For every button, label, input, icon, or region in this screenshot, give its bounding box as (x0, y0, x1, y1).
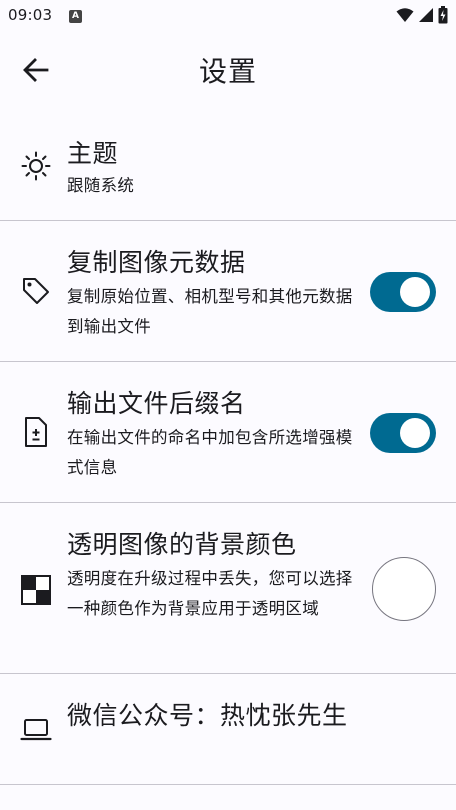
battery-icon (438, 6, 448, 24)
setting-desc-transparent-bg: 透明度在升级过程中丢失，您可以选择一种颜色作为背景应用于透明区域 (67, 569, 353, 618)
setting-transparent-bg-color[interactable]: 透明图像的背景颜色 透明度在升级过程中丢失，您可以选择一种颜色作为背景应用于透明… (0, 503, 456, 673)
setting-title-wechat: 微信公众号：热忱张先生 (67, 701, 348, 730)
notification-app-icon: A (69, 10, 82, 23)
setting-desc-copy-metadata: 复制原始位置、相机型号和其他元数据到输出文件 (67, 287, 353, 336)
setting-title-output-suffix: 输出文件后缀名 (67, 389, 246, 418)
setting-title-copy-metadata: 复制图像元数据 (67, 248, 246, 277)
app-bar: 设置 (0, 32, 456, 108)
setting-title-transparent-bg: 透明图像的背景颜色 (67, 530, 297, 559)
divider (0, 784, 456, 785)
status-time: 09:03 (8, 6, 53, 24)
setting-wechat-account[interactable]: 微信公众号：热忱张先生 (0, 674, 456, 784)
status-bar: 09:03 A (0, 0, 456, 32)
setting-title-theme: 主题 (67, 139, 119, 168)
laptop-icon (18, 712, 54, 748)
status-icons (396, 6, 448, 24)
setting-desc-output-suffix: 在输出文件的命名中加包含所选增强模式信息 (67, 428, 353, 477)
wifi-icon (396, 8, 414, 22)
bg-color-picker[interactable] (372, 557, 436, 621)
file-plus-minus-icon (18, 414, 54, 450)
toggle-thumb (400, 418, 430, 448)
signal-icon (419, 8, 433, 22)
setting-desc-theme: 跟随系统 (67, 176, 135, 195)
sun-icon (18, 148, 54, 184)
setting-output-suffix[interactable]: 输出文件后缀名 在输出文件的命名中加包含所选增强模式信息 (0, 362, 456, 502)
setting-theme[interactable]: 主题 跟随系统 (0, 110, 456, 220)
output-suffix-toggle[interactable] (370, 413, 436, 453)
checkerboard-icon (18, 572, 54, 608)
toggle-thumb (400, 277, 430, 307)
setting-copy-metadata[interactable]: 复制图像元数据 复制原始位置、相机型号和其他元数据到输出文件 (0, 221, 456, 361)
page-title: 设置 (198, 55, 257, 88)
copy-metadata-toggle[interactable] (370, 272, 436, 312)
tag-icon (18, 273, 54, 309)
